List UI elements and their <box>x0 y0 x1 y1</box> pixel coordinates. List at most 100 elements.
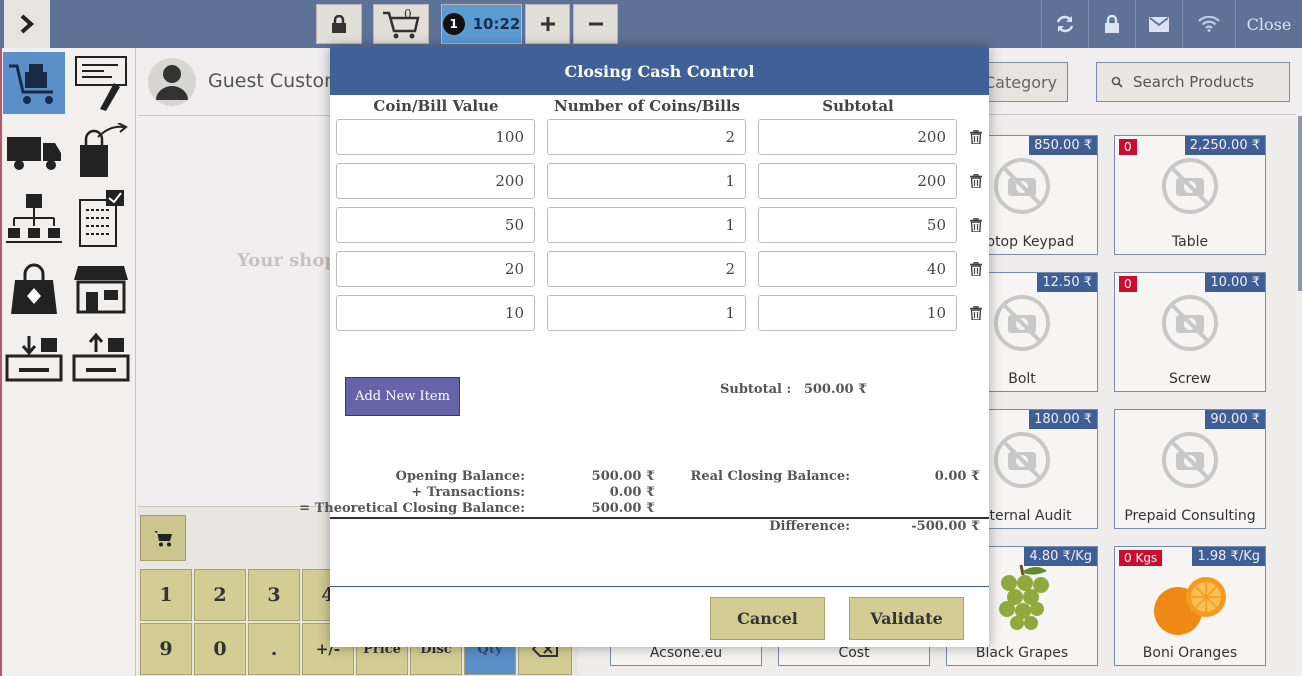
orders-count-badge: 1 <box>442 13 465 35</box>
cancel-button[interactable]: Cancel <box>710 597 825 640</box>
footer-divider <box>330 586 989 587</box>
no-image-placeholder-icon <box>992 430 1052 494</box>
distribution-shortcut[interactable] <box>3 188 65 250</box>
no-image-placeholder-icon <box>1160 293 1220 357</box>
lock-screen-button[interactable] <box>316 4 362 44</box>
numpad-key[interactable]: 1 <box>140 569 192 621</box>
coin-count-input[interactable] <box>547 251 746 287</box>
cash-subtotal: Subtotal : 500.00 ₹ <box>720 382 867 397</box>
product-price: 1.98 ₹/Kg <box>1192 547 1265 566</box>
dialog-title: Closing Cash Control <box>330 47 989 95</box>
coin-value-input[interactable] <box>336 207 535 243</box>
lock-icon <box>1105 15 1119 33</box>
validate-button[interactable]: Validate <box>849 597 964 640</box>
numpad-key[interactable]: 9 <box>140 623 192 675</box>
delete-row-icon[interactable] <box>969 173 983 189</box>
delivery-shortcut[interactable] <box>3 120 65 182</box>
invoice-shortcut[interactable] <box>70 52 132 114</box>
stock-badge: 0 <box>1119 276 1137 292</box>
coin-count-input[interactable] <box>547 119 746 155</box>
numpad-key[interactable]: 2 <box>194 569 246 621</box>
sync-button[interactable] <box>1041 0 1088 48</box>
numpad-key[interactable]: . <box>248 623 300 675</box>
delete-row-icon[interactable] <box>969 305 983 321</box>
delete-row-icon[interactable] <box>969 217 983 233</box>
product-card[interactable]: 0 10.00 ₹ Screw <box>1114 272 1266 392</box>
opening-balance-label: Opening Balance: <box>395 469 525 484</box>
product-card[interactable]: 90.00 ₹ Prepaid Consulting <box>1114 409 1266 529</box>
close-button[interactable]: Close <box>1235 0 1302 48</box>
product-price: 12.50 ₹ <box>1037 273 1097 292</box>
messages-button[interactable] <box>1135 0 1182 48</box>
numpad-key[interactable]: 0 <box>194 623 246 675</box>
difference-value: -500.00 ₹ <box>911 519 980 534</box>
lock-button[interactable] <box>1088 0 1135 48</box>
cart-icon <box>383 11 420 39</box>
customer-selector[interactable]: Guest Customer <box>138 48 362 116</box>
remove-order-button[interactable] <box>573 4 618 44</box>
coin-value-input[interactable] <box>336 251 535 287</box>
coin-count-input[interactable] <box>547 207 746 243</box>
coin-value-input[interactable] <box>336 295 535 331</box>
lock-icon <box>332 15 346 33</box>
checklist-shortcut[interactable] <box>70 188 132 250</box>
stock-badge: 0 <box>1119 139 1137 155</box>
difference-label: Difference: <box>769 519 850 534</box>
product-card[interactable]: 0 2,250.00 ₹ Table <box>1114 135 1266 255</box>
minus-icon <box>588 22 603 26</box>
store-shortcut[interactable] <box>70 258 132 320</box>
product-price: 4.80 ₹/Kg <box>1024 547 1097 566</box>
product-name: Black Grapes <box>975 645 1069 661</box>
search-products-input[interactable]: Search Products <box>1096 62 1290 102</box>
coin-count-input[interactable] <box>547 163 746 199</box>
cart-summary-button[interactable]: 0 <box>373 4 429 44</box>
hierarchy-boxes-icon <box>6 194 62 243</box>
real-closing-value: 0.00 ₹ <box>934 469 980 484</box>
return-shortcut[interactable] <box>70 120 132 182</box>
wifi-icon <box>1198 16 1220 32</box>
checklist-icon <box>79 190 124 247</box>
connection-status-button[interactable] <box>1182 0 1235 48</box>
add-new-item-button[interactable]: Add New Item <box>345 377 460 416</box>
add-order-button[interactable] <box>525 4 570 44</box>
menu-toggle-button[interactable] <box>4 0 52 48</box>
subtotal-value: 500.00 ₹ <box>803 382 868 397</box>
subtotal-header: Subtotal <box>822 97 894 115</box>
bag-shortcut[interactable] <box>3 258 65 320</box>
cash-out-shortcut[interactable] <box>70 326 132 388</box>
category-label: Category <box>984 73 1058 92</box>
no-image-placeholder-icon <box>1160 430 1220 494</box>
cart-count: 0 <box>404 7 412 21</box>
coin-count-header: Number of Coins/Bills <box>553 97 740 115</box>
coin-value-input[interactable] <box>336 163 535 199</box>
product-price: 850.00 ₹ <box>1029 136 1097 155</box>
storefront-icon <box>74 266 128 314</box>
theoretical-closing-label: = Theoretical Closing Balance: <box>299 501 525 516</box>
stock-badge: 0 Kgs <box>1119 550 1163 566</box>
products-scrollbar[interactable] <box>1298 116 1302 291</box>
row-subtotal-field <box>758 119 957 155</box>
delete-row-icon[interactable] <box>969 261 983 277</box>
sale-order-shortcut[interactable] <box>3 52 65 114</box>
cart-button[interactable] <box>140 515 186 561</box>
truck-icon <box>7 137 61 170</box>
no-image-placeholder-icon <box>992 156 1052 220</box>
coin-count-input[interactable] <box>547 295 746 331</box>
cash-in-shortcut[interactable] <box>3 326 65 388</box>
row-subtotal-field <box>758 295 957 331</box>
delete-row-icon[interactable] <box>969 129 983 145</box>
cart-icon <box>154 531 172 547</box>
coin-value-input[interactable] <box>336 119 535 155</box>
product-name: Acsone.eu <box>649 645 723 661</box>
numpad-key[interactable]: 3 <box>248 569 300 621</box>
opening-balance-value: 500.00 ₹ <box>591 469 655 484</box>
product-price: 2,250.00 ₹ <box>1184 136 1265 155</box>
product-card[interactable]: 0 Kgs 1.98 ₹/Kg Boni Oranges <box>1114 546 1266 666</box>
shopping-bag-arrow-icon <box>80 123 128 177</box>
left-sidebar <box>0 48 136 676</box>
product-price: 180.00 ₹ <box>1029 410 1097 429</box>
orders-clock-button[interactable]: 1 10:22 <box>441 4 522 44</box>
coin-value-header: Coin/Bill Value <box>373 97 499 115</box>
product-name: Table <box>1171 234 1209 250</box>
search-icon <box>1111 76 1123 88</box>
